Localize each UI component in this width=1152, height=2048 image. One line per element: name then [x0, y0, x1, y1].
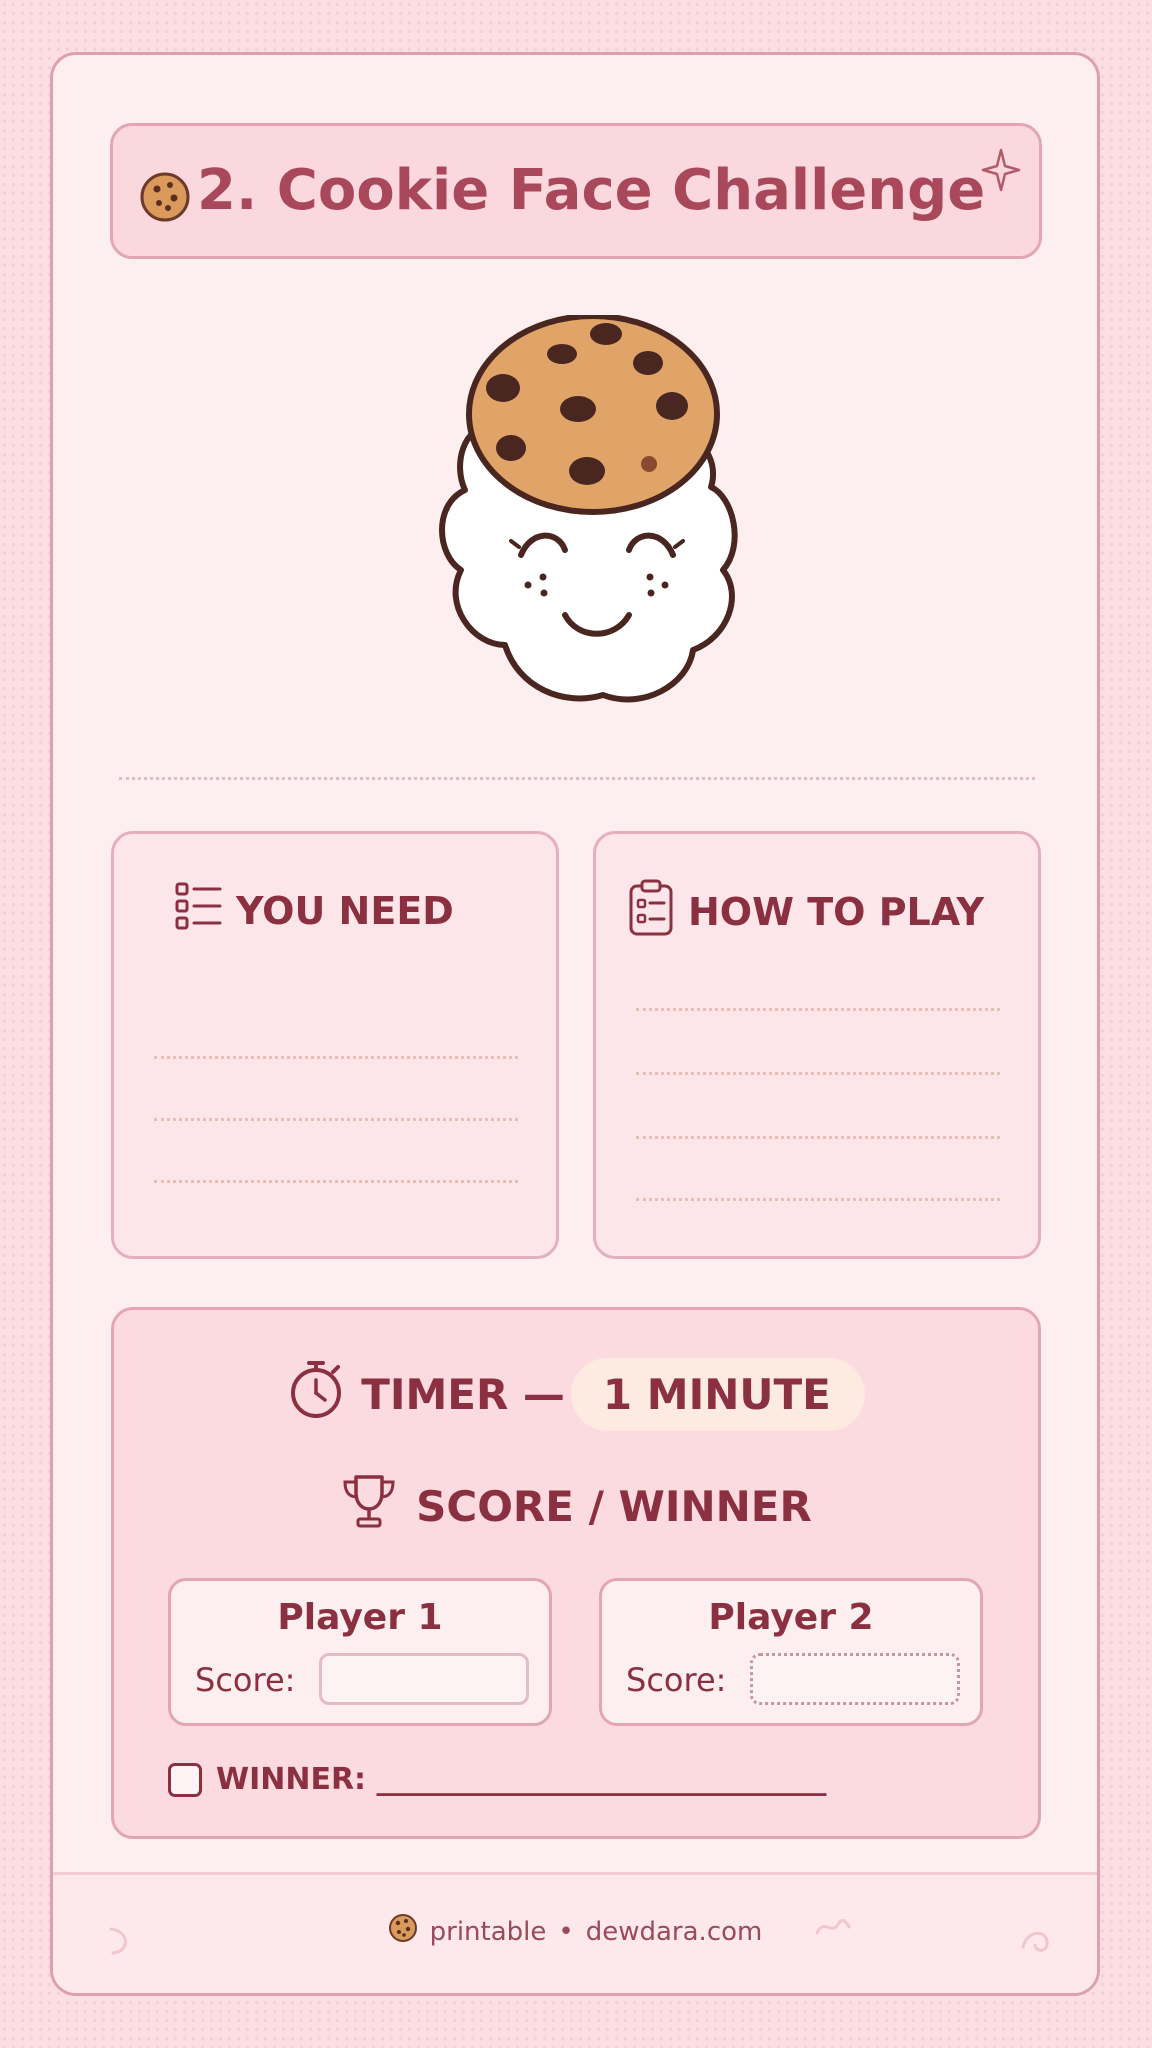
- you-need-heading: YOU NEED: [174, 878, 454, 943]
- timer-row: TIMER — 1 MINUTE: [114, 1354, 1038, 1434]
- score-label: Score:: [626, 1661, 727, 1699]
- how-to-play-label: HOW TO PLAY: [688, 889, 985, 934]
- checklist-icon: [174, 878, 222, 943]
- winner-label: WINNER: ______________________________: [216, 1762, 827, 1797]
- printable-label: printable: [429, 1916, 547, 1947]
- you-need-panel: YOU NEED: [111, 831, 559, 1259]
- timer-score-panel: TIMER — 1 MINUTE SCORE / WINNER Player 1…: [111, 1307, 1041, 1839]
- stopwatch-icon: [287, 1358, 345, 1430]
- separator-dot: •: [558, 1916, 574, 1947]
- score-label: Score:: [195, 1661, 296, 1699]
- you-need-label: YOU NEED: [236, 888, 454, 933]
- writing-line: [636, 1072, 1000, 1075]
- player-1-card: Player 1 Score:: [168, 1578, 552, 1726]
- footer-credit: printable • dewdara.com: [53, 1913, 1097, 1950]
- player-2-score-field[interactable]: [750, 1653, 960, 1705]
- how-to-play-heading: HOW TO PLAY: [628, 878, 984, 945]
- how-to-play-panel: HOW TO PLAY: [593, 831, 1041, 1259]
- timer-label: TIMER —: [361, 1369, 565, 1419]
- title-banner: 2. Cookie Face Challenge: [110, 123, 1042, 259]
- page-title: 2. Cookie Face Challenge: [197, 158, 986, 223]
- writing-line: [636, 1136, 1000, 1139]
- player-name: Player 2: [708, 1597, 874, 1638]
- cookie-face-illustration: [393, 313, 793, 739]
- writing-line: [154, 1180, 518, 1183]
- clipboard-icon: [628, 878, 674, 945]
- player-name: Player 1: [277, 1597, 443, 1638]
- player-1-score-field[interactable]: [319, 1653, 529, 1705]
- site-link[interactable]: dewdara.com: [586, 1917, 763, 1947]
- writing-line: [154, 1118, 518, 1121]
- challenge-card: 2. Cookie Face Challenge YOU NEED HOW TO…: [50, 52, 1100, 1996]
- score-winner-label: SCORE / WINNER: [416, 1481, 812, 1531]
- player-2-card: Player 2 Score:: [599, 1578, 983, 1726]
- timer-duration: 1 MINUTE: [570, 1357, 865, 1431]
- writing-line: [636, 1008, 1000, 1011]
- trophy-icon: [340, 1473, 398, 1539]
- winner-row: WINNER: ______________________________: [168, 1762, 827, 1797]
- cookie-icon: [139, 171, 191, 227]
- sparkle-icon: [981, 148, 1021, 196]
- cookie-icon: [388, 1913, 418, 1950]
- writing-line: [154, 1056, 518, 1059]
- dotted-separator: [119, 777, 1035, 780]
- footer: printable • dewdara.com: [53, 1872, 1097, 1993]
- winner-checkbox[interactable]: [168, 1762, 202, 1797]
- score-heading: SCORE / WINNER: [114, 1474, 1038, 1538]
- writing-line: [636, 1198, 1000, 1201]
